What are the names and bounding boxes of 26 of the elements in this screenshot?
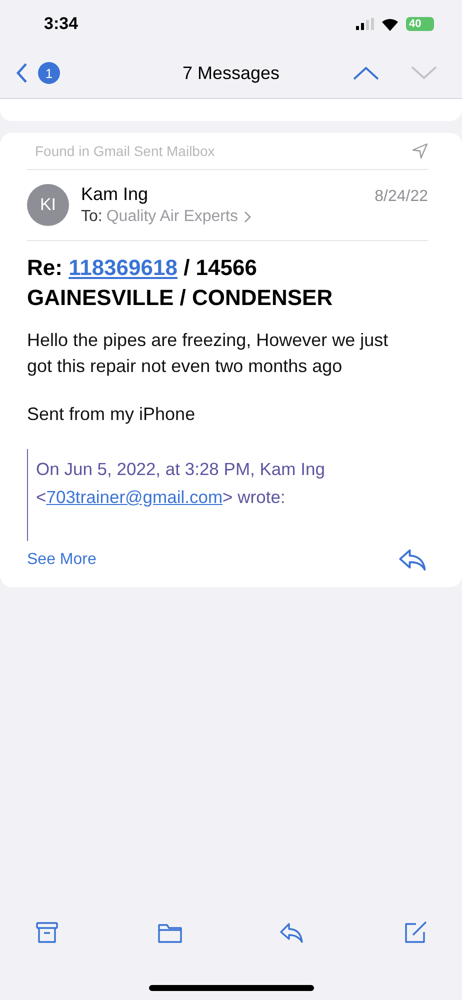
chevron-icon xyxy=(244,211,251,223)
reply-icon[interactable] xyxy=(279,920,306,946)
signal-icon xyxy=(356,18,374,30)
sender-name: Kam Ing xyxy=(81,184,150,205)
wifi-icon xyxy=(381,18,399,30)
see-more-link[interactable]: See More xyxy=(27,551,96,569)
email-link[interactable]: 703trainer@gmail.com xyxy=(46,487,223,507)
battery-level: 40 xyxy=(406,17,434,31)
body-paragraph: Sent from my iPhone xyxy=(27,403,196,426)
back-chevron-icon[interactable] xyxy=(16,62,28,84)
send-icon xyxy=(412,143,428,159)
archive-box-icon[interactable] xyxy=(34,920,60,946)
status-time: 3:34 xyxy=(44,14,78,34)
thread-title: 7 Messages xyxy=(182,62,280,82)
recipient-link[interactable]: Quality Air Experts xyxy=(106,208,251,226)
avatar: KI xyxy=(27,184,69,226)
ticket-link[interactable]: 118369618 xyxy=(68,255,178,280)
message-subject: Re: 118369618 / 14566 GAINESVILLE / CONDENSER xyxy=(27,254,334,312)
message-date: 8/24/22 xyxy=(374,188,428,206)
quoted-text: On Jun 5, 2022, at 3:28 PM, Kam Ing <703trainer@gmail.com> wrote: xyxy=(27,449,428,541)
up-chevron-icon[interactable] xyxy=(352,65,380,81)
unread-badge: 1 xyxy=(38,62,60,84)
mailbox-note: Found in Gmail Sent Mailbox xyxy=(35,143,215,159)
to-label: To: xyxy=(81,208,102,226)
body-paragraph: Hello the pipes are freezing, However we just got this repair not even two months ago xyxy=(27,329,390,378)
reply-icon[interactable] xyxy=(398,547,428,573)
